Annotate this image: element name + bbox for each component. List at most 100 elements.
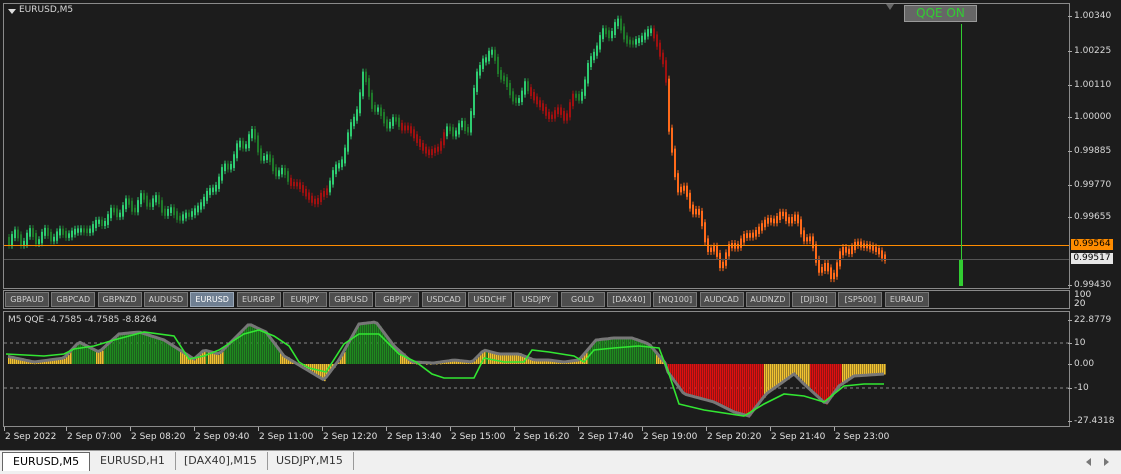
tab--dax40--m15[interactable]: [DAX40],M15	[174, 452, 268, 470]
candle-body	[485, 57, 487, 63]
candle-body	[338, 163, 340, 169]
candle-body	[524, 81, 526, 95]
indicator-axis-tick	[1068, 364, 1072, 365]
candle-body	[620, 18, 622, 31]
candle-body	[65, 230, 67, 238]
tab-eurusd-h1[interactable]: EURUSD,H1	[90, 452, 176, 470]
candle-body	[101, 219, 103, 227]
candle-body	[395, 117, 397, 122]
candle-body	[161, 200, 163, 213]
candle-body	[617, 18, 619, 27]
candle-body	[152, 198, 154, 207]
candle-body	[365, 71, 367, 83]
tab-usdjpy-m15[interactable]: USDJPY,M15	[266, 452, 354, 470]
candle-body	[218, 176, 220, 189]
qqe-histogram-bar	[136, 333, 138, 364]
qqe-histogram-bar	[810, 364, 812, 389]
candle-body	[593, 51, 595, 61]
candle-body	[296, 182, 298, 187]
candle-body	[686, 185, 688, 197]
candle-body	[623, 26, 625, 40]
candle-body	[26, 232, 28, 245]
candle-body	[476, 71, 478, 92]
candle-body	[590, 56, 592, 68]
qqe-histogram-bar	[78, 344, 80, 364]
qqe-indicator-panel[interactable]	[3, 311, 1070, 427]
candle-body	[503, 75, 505, 82]
qqe-histogram-bar	[670, 364, 672, 374]
candle-body	[626, 35, 628, 44]
qqe-histogram-bar	[812, 364, 814, 393]
candle-body	[701, 210, 703, 227]
candle-body	[743, 233, 745, 243]
candle-body	[233, 154, 235, 169]
qqe-histogram-bar	[612, 337, 614, 364]
candle-body	[605, 28, 607, 35]
chart-shift-icon[interactable]	[886, 4, 894, 10]
candle-body	[443, 132, 445, 146]
candle-body	[188, 212, 190, 217]
qqe-histogram-bar	[710, 364, 712, 402]
qqe-histogram-bar	[362, 324, 364, 364]
candle-body	[533, 92, 535, 101]
qqe-histogram-bar	[248, 325, 250, 364]
candle-body	[41, 231, 43, 244]
candle-body	[722, 261, 724, 269]
qqe-indicator-canvas[interactable]	[4, 312, 1069, 426]
candle-body	[572, 93, 574, 107]
price-axis-tick	[1068, 217, 1072, 218]
qqe-histogram-bar	[106, 346, 108, 364]
candle-body	[353, 116, 355, 127]
tab-scroll-right-icon[interactable]	[1104, 458, 1109, 466]
qqe-histogram-bar	[816, 364, 818, 395]
candle-body	[410, 126, 412, 134]
candle-body	[785, 212, 787, 222]
candle-body	[695, 208, 697, 215]
price-axis-tick	[1068, 51, 1072, 52]
price-chart-panel[interactable]	[3, 3, 1070, 289]
candle-body	[776, 216, 778, 224]
candle-body	[668, 78, 670, 132]
price-chart-canvas[interactable]	[4, 4, 1069, 288]
qqe-histogram-bar	[58, 359, 60, 364]
time-axis-tick	[66, 427, 67, 431]
qqe-histogram-bar	[690, 364, 692, 396]
candle-body	[848, 248, 850, 255]
qqe-histogram-bar	[756, 364, 758, 407]
qqe-histogram-bar	[620, 338, 622, 364]
qqe-histogram-bar	[726, 364, 728, 409]
candle-body	[236, 143, 238, 159]
candle-body	[47, 227, 49, 236]
candle-body	[305, 188, 307, 197]
candle-body	[44, 227, 46, 236]
candle-body	[641, 35, 643, 43]
candle-body	[581, 91, 583, 101]
candle-body	[167, 208, 169, 216]
qqe-histogram-bar	[640, 340, 642, 364]
chart-menu-triangle-icon[interactable]	[8, 9, 16, 14]
candle-body	[614, 22, 616, 36]
time-axis-label: 2 Sep 12:20	[323, 432, 378, 442]
qqe-on-button[interactable]: QQE ON	[904, 5, 977, 22]
candle-body	[461, 120, 463, 128]
candle-body	[527, 81, 529, 92]
candle-body	[380, 107, 382, 117]
candle-body	[149, 202, 151, 207]
qqe-histogram-bar	[628, 338, 630, 364]
candle-body	[542, 103, 544, 111]
qqe-histogram-bar	[864, 364, 866, 375]
candle-body	[833, 272, 835, 280]
candle-body	[158, 195, 160, 205]
qqe-histogram-bar	[706, 364, 708, 402]
qqe-histogram-bar	[760, 364, 762, 403]
candle-body	[329, 180, 331, 193]
time-axis-label: 2 Sep 16:20	[515, 432, 570, 442]
qqe-histogram-bar	[140, 333, 142, 364]
candle-body	[479, 65, 481, 76]
tab-scroll-left-icon[interactable]	[1086, 458, 1091, 466]
candle-body	[335, 164, 337, 175]
qqe-histogram-bar	[702, 364, 704, 400]
tab-eurusd-m5[interactable]: EURUSD,M5	[2, 452, 91, 471]
candle-body	[515, 97, 517, 103]
qqe-histogram-bar	[742, 364, 744, 414]
